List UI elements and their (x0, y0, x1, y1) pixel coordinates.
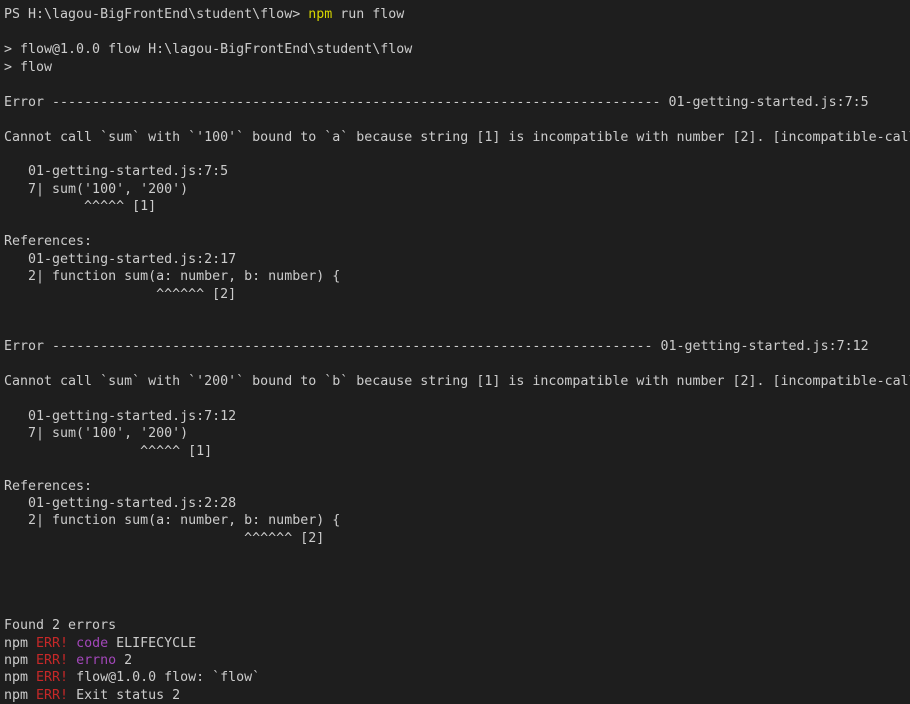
error-snippet-code: 7| sum('100', '200') (4, 181, 189, 197)
npm-err-value: 2 (116, 652, 133, 668)
npm-err-value: ELIFECYCLE (108, 635, 197, 651)
error-snippet-carets: ^^^^^ [1] (4, 199, 157, 215)
error-summary: Found 2 errors (4, 618, 117, 634)
npm-prefix: npm (4, 652, 37, 668)
npm-error-line: npm ERR! flow@1.0.0 flow: `flow` (4, 669, 910, 686)
command-keyword: npm (308, 7, 333, 23)
error-header-rule: ----------------------------------------… (52, 94, 661, 110)
npm-error-line: npm ERR! Exit status 2 (4, 687, 910, 704)
npm-prefix: npm (4, 687, 37, 703)
npm-err-field: code (76, 635, 109, 651)
prompt-line: PS H:\lagou-BigFrontEnd\student\flow> np… (4, 6, 910, 23)
references-label: References: (4, 234, 93, 250)
npm-err-value: flow@1.0.0 flow: `flow` (76, 670, 261, 686)
command-args: run flow (332, 7, 405, 23)
references-label: References: (4, 478, 93, 494)
npm-prefix: npm (4, 635, 37, 651)
reference-location: 01-getting-started.js:2:28 (4, 495, 237, 511)
npm-error-line: npm ERR! code ELIFECYCLE (4, 635, 910, 652)
error-snippet-carets: ^^^^^ [1] (4, 443, 213, 459)
error-snippet-location: 01-getting-started.js:7:12 (4, 408, 237, 424)
error-snippet-code: 7| sum('100', '200') (4, 426, 189, 442)
reference-carets: ^^^^^^ [2] (4, 530, 325, 546)
error-header-label: Error (4, 94, 53, 110)
error-header-location: 01-getting-started.js:7:12 (652, 338, 869, 354)
reference-code: 2| function sum(a: number, b: number) { (4, 269, 341, 285)
reference-code: 2| function sum(a: number, b: number) { (4, 513, 341, 529)
npm-prefix: npm (4, 670, 37, 686)
error-message: Cannot call `sum` with `'200'` bound to … (4, 373, 910, 389)
error-header-location: 01-getting-started.js:7:5 (660, 94, 869, 110)
error-header: Error ----------------------------------… (4, 338, 910, 355)
npm-err-field: errno (76, 652, 117, 668)
npm-err-label: ERR! (36, 635, 77, 651)
npm-err-label: ERR! (36, 670, 77, 686)
error-header: Error ----------------------------------… (4, 94, 910, 111)
error-message: Cannot call `sum` with `'100'` bound to … (4, 129, 910, 145)
npm-script-command-line: > flow (4, 59, 53, 75)
reference-location: 01-getting-started.js:2:17 (4, 251, 237, 267)
npm-error-line: npm ERR! errno 2 (4, 652, 910, 669)
npm-err-label: ERR! (36, 652, 77, 668)
terminal-output[interactable]: PS H:\lagou-BigFrontEnd\student\flow> np… (0, 0, 910, 704)
prompt-path: PS H:\lagou-BigFrontEnd\student\flow> (4, 7, 309, 23)
npm-err-label: ERR! (36, 687, 77, 703)
npm-script-name-line: > flow@1.0.0 flow H:\lagou-BigFrontEnd\s… (4, 42, 413, 58)
error-header-label: Error (4, 338, 53, 354)
npm-err-value: Exit status 2 (76, 687, 181, 703)
error-header-rule: ----------------------------------------… (52, 338, 653, 354)
reference-carets: ^^^^^^ [2] (4, 286, 237, 302)
error-snippet-location: 01-getting-started.js:7:5 (4, 164, 229, 180)
